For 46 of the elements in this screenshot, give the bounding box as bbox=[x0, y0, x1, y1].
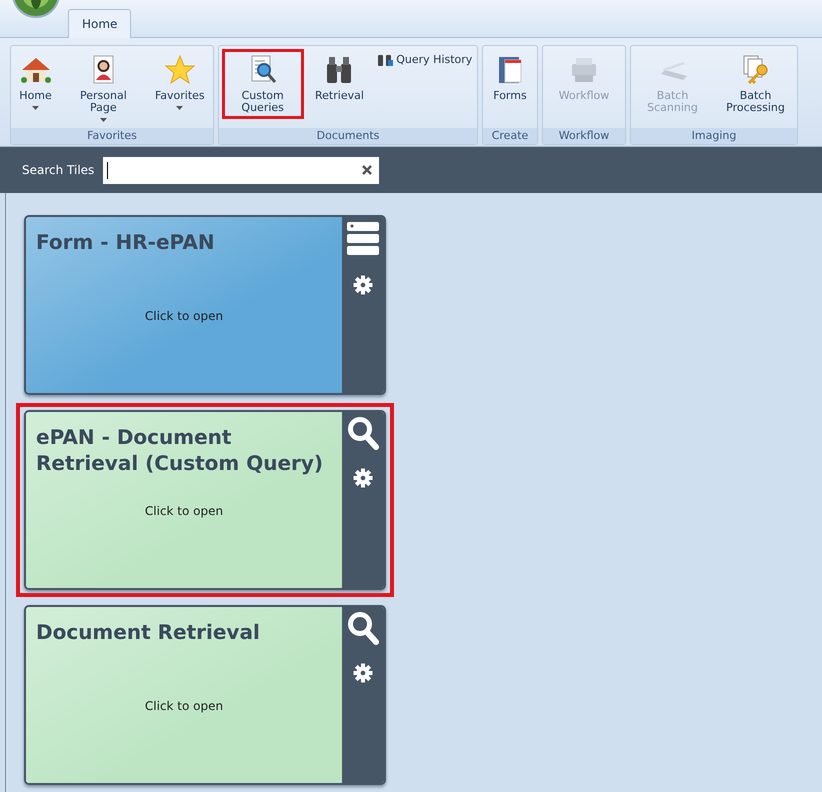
button-label: Workflow bbox=[558, 90, 610, 102]
gear-icon[interactable] bbox=[353, 468, 373, 488]
button-label: Personal Page bbox=[78, 90, 128, 114]
tile-title: Form - HR-ePAN bbox=[36, 229, 216, 255]
search-label: Search Tiles bbox=[22, 163, 94, 177]
group-label: Create bbox=[483, 128, 537, 144]
ribbon-button[interactable]: Favorites bbox=[148, 49, 211, 115]
button-label: Home bbox=[19, 90, 52, 102]
gear-icon[interactable] bbox=[353, 275, 373, 295]
search-icon[interactable] bbox=[347, 416, 379, 450]
button-label: Batch Processing bbox=[725, 90, 786, 114]
caret-icon bbox=[100, 118, 107, 122]
group-label: Documents bbox=[219, 128, 477, 144]
list-icon[interactable] bbox=[346, 221, 380, 257]
caret-icon bbox=[32, 106, 40, 110]
search-icon[interactable] bbox=[347, 611, 379, 645]
group-label: Favorites bbox=[11, 128, 213, 144]
gear-icon[interactable] bbox=[353, 663, 373, 683]
caret-icon bbox=[176, 106, 184, 110]
ribbon-tab[interactable]: Home bbox=[68, 9, 132, 38]
tile-title: ePAN - Document Retrieval (Custom Query) bbox=[36, 424, 324, 476]
app-logo-icon[interactable] bbox=[12, 0, 60, 18]
ribbon-button[interactable]: Forms bbox=[487, 49, 533, 107]
ribbon-button[interactable]: Home bbox=[13, 49, 58, 115]
ribbon-button[interactable]: Custom Queries bbox=[222, 49, 304, 119]
tile[interactable]: Document Retrieval Click to open bbox=[24, 605, 386, 785]
button-label: Favorites bbox=[154, 90, 205, 102]
button-label: Custom Queries bbox=[240, 90, 285, 114]
star-icon bbox=[164, 54, 196, 86]
ribbon-button[interactable]: Query History bbox=[375, 49, 474, 69]
tile-caption: Click to open bbox=[144, 504, 224, 518]
button-label: Retrieval bbox=[315, 90, 364, 102]
tile-caption: Click to open bbox=[144, 309, 224, 323]
tile-caption: Click to open bbox=[144, 699, 224, 713]
tile-title: Document Retrieval bbox=[36, 619, 261, 645]
search-field[interactable] bbox=[103, 156, 380, 184]
button-label: Forms bbox=[493, 90, 527, 102]
group-label: Imaging bbox=[631, 128, 797, 144]
ribbon-button[interactable]: Batch Processing bbox=[714, 49, 796, 119]
ribbon-button[interactable]: Retrieval bbox=[309, 49, 370, 107]
group-label: Workflow bbox=[543, 128, 625, 144]
tile[interactable]: ePAN - Document Retrieval (Custom Query) Click to open bbox=[24, 410, 386, 590]
close-icon[interactable] bbox=[362, 165, 372, 175]
button-label: Batch Scanning bbox=[646, 90, 699, 114]
ribbon-button[interactable]: Personal Page bbox=[62, 49, 144, 127]
tile[interactable]: Form - HR-ePAN Click to open bbox=[24, 215, 386, 395]
